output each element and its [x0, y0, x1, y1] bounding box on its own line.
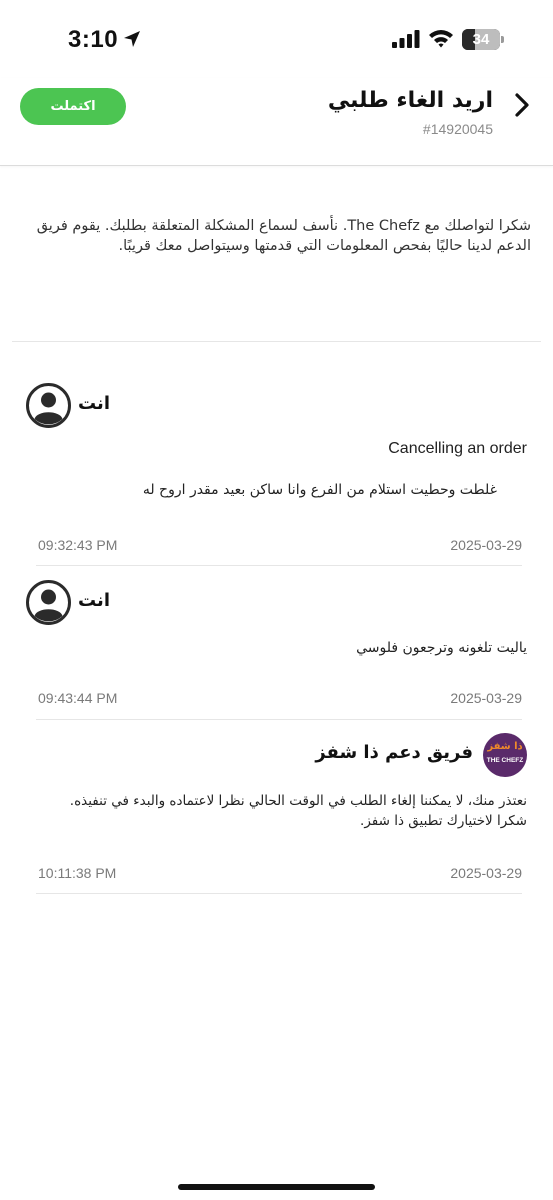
divider	[36, 565, 522, 566]
location-arrow-icon	[124, 31, 140, 47]
message-text: نعتذر منك، لا يمكننا إلغاء الطلب في الوق…	[69, 793, 527, 809]
message-text: غلطت وحطيت استلام من الفرع وانا ساكن بعي…	[142, 482, 497, 498]
message-text: شكرا لاختيارك تطبيق ذا شفز.	[360, 813, 527, 829]
ticket-id: #14920045	[422, 121, 493, 137]
message-date: 2025-03-29	[450, 690, 522, 706]
message-time: 09:43:44 PM	[38, 690, 118, 706]
home-indicator[interactable]	[178, 1184, 375, 1190]
ticket-header: اريد الغاء طلبي #14920045 اكتملت	[0, 78, 553, 166]
sender-name: انت	[78, 393, 110, 414]
status-time: 3:10	[68, 26, 119, 53]
message-item: ذا شفز THE CHEFZ فريق دعم ذا شفز نعتذر م…	[26, 733, 527, 893]
page-title: اريد الغاء طلبي	[327, 88, 493, 113]
battery-indicator: 34	[462, 29, 504, 50]
logo-english-text: THE CHEFZ	[486, 757, 524, 764]
battery-cap	[501, 36, 504, 43]
the-chefz-logo: ذا شفز THE CHEFZ	[483, 733, 527, 777]
back-chevron-icon[interactable]	[513, 92, 531, 118]
status-bar: 3:10 34	[0, 0, 553, 78]
message-date: 2025-03-29	[450, 865, 522, 881]
user-avatar-icon	[26, 580, 71, 625]
intro-message: شكرا لتواصلك مع The Chefz. نأسف لسماع ال…	[36, 218, 531, 254]
message-time: 10:11:38 PM	[38, 865, 117, 881]
message-date: 2025-03-29	[450, 537, 522, 553]
logo-arabic-text: ذا شفز	[487, 741, 523, 752]
message-subject: Cancelling an order	[388, 440, 527, 457]
cellular-signal-icon	[392, 30, 420, 48]
message-time: 09:32:43 PM	[38, 537, 118, 553]
message-item: انت Cancelling an order غلطت وحطيت استلا…	[26, 383, 527, 563]
wifi-icon	[429, 30, 453, 48]
status-badge: اكتملت	[20, 88, 126, 125]
user-avatar-icon	[26, 383, 71, 428]
divider	[12, 341, 541, 342]
sender-name: انت	[78, 590, 110, 611]
divider	[36, 893, 522, 894]
divider	[36, 719, 522, 720]
message-text: ياليت تلغونه وترجعون فلوسي	[356, 640, 527, 656]
battery-level: 34	[462, 29, 500, 50]
battery-percent: 34	[472, 31, 490, 48]
sender-name: فريق دعم ذا شفز	[315, 742, 473, 763]
message-item: انت ياليت تلغونه وترجعون فلوسي 09:43:44 …	[26, 580, 527, 710]
